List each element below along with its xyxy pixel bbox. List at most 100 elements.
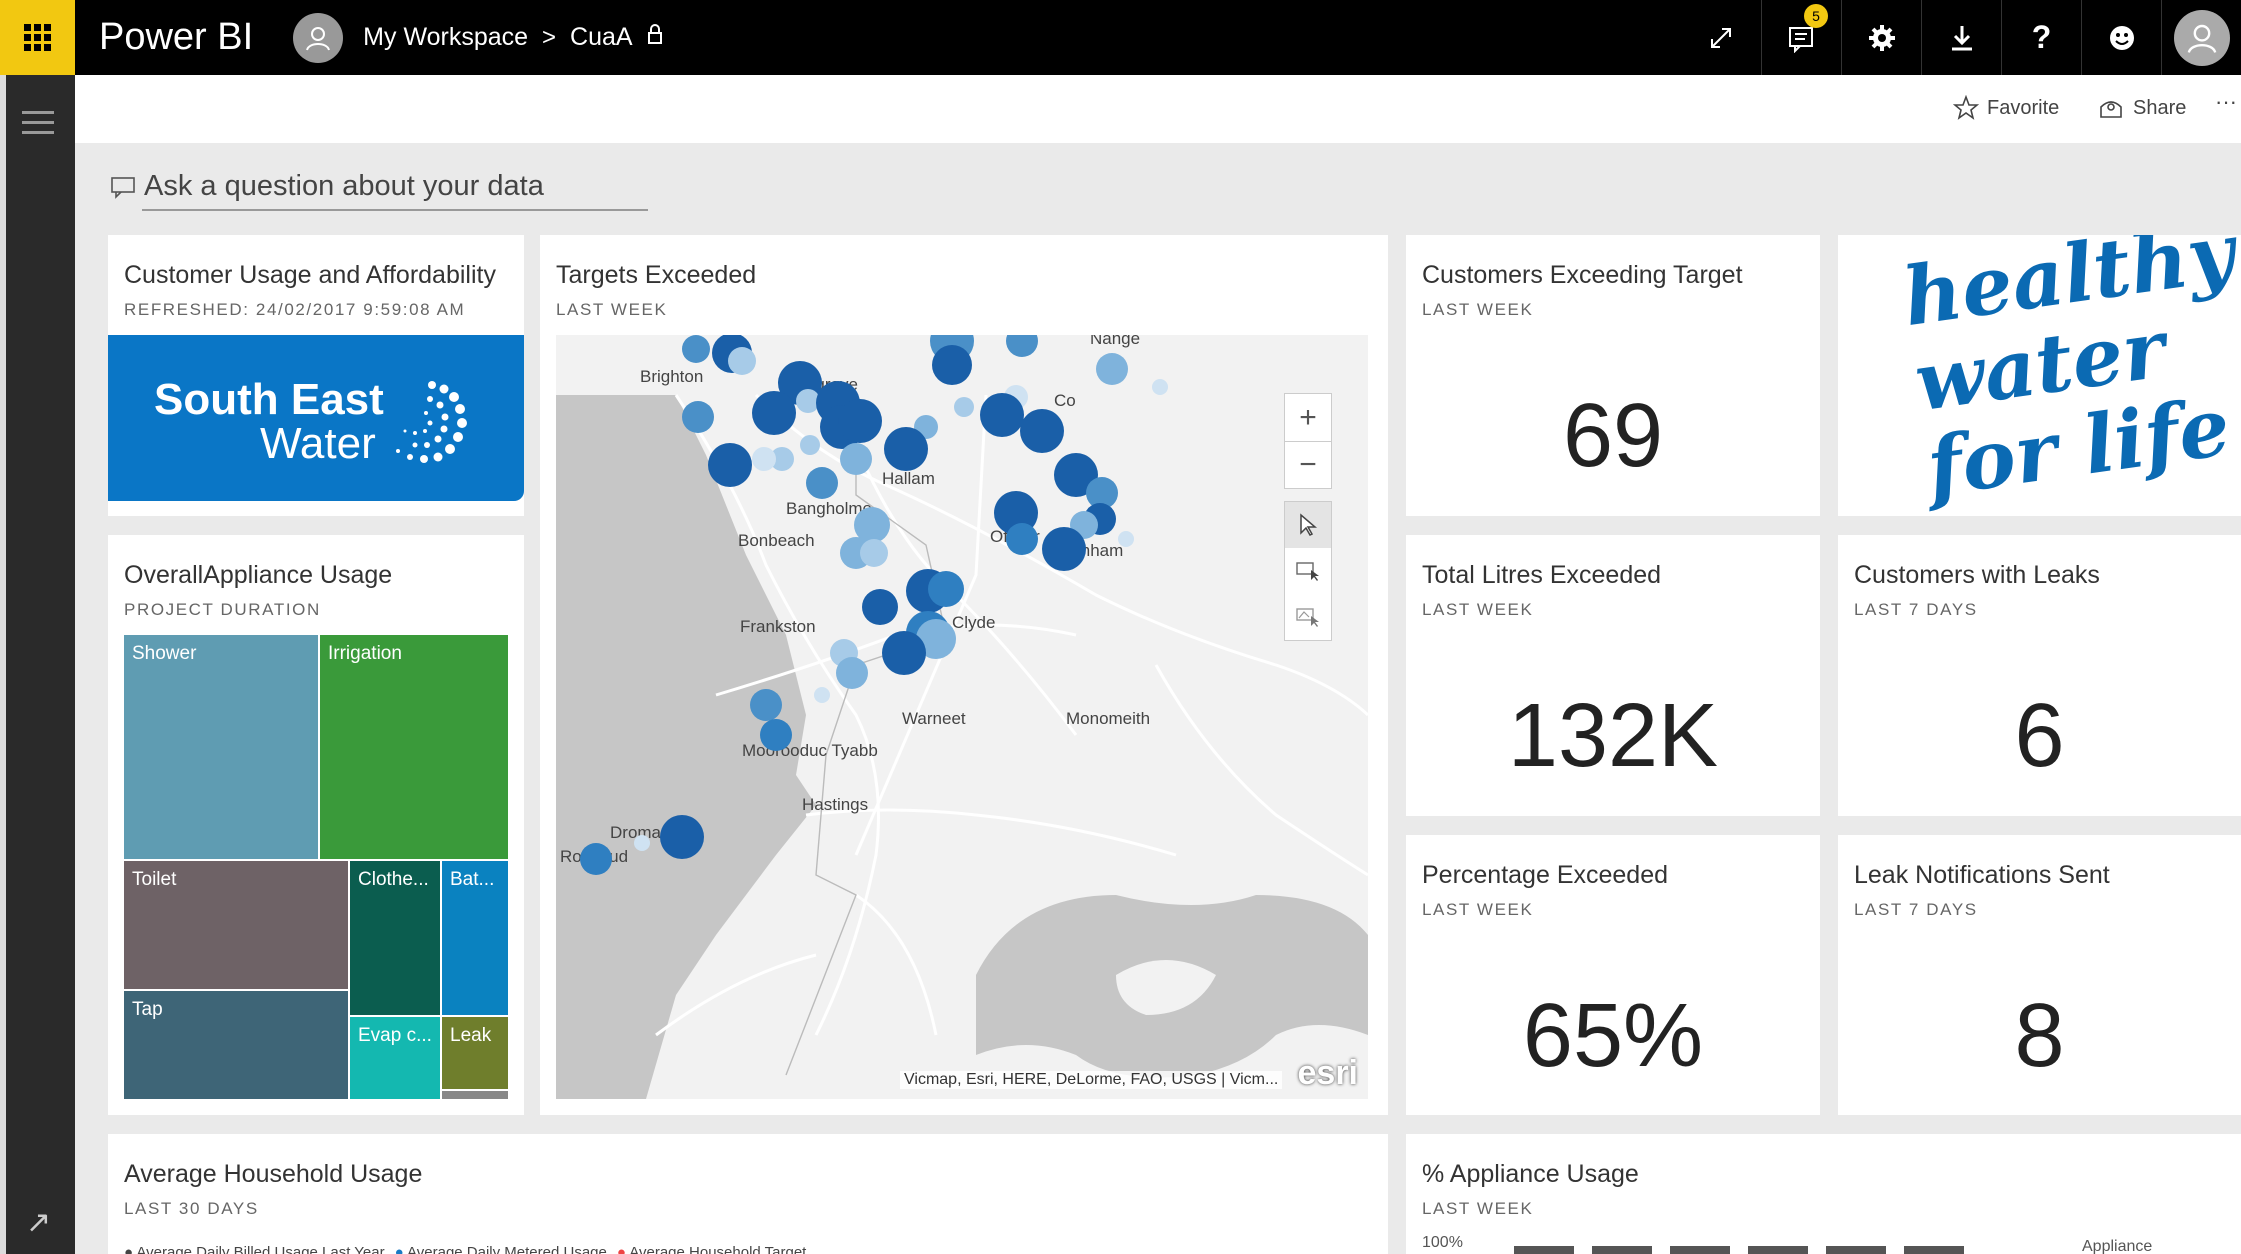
share-icon [2100,101,2122,118]
lasso-select-button[interactable] [1285,594,1331,640]
map-bubble [840,443,872,475]
tile-title: Leak Notifications Sent [1854,861,2110,889]
dot-swirl-icon [396,381,467,463]
tile-title: Targets Exceeded [556,261,757,289]
bar[interactable] [1826,1246,1886,1254]
favorite-label: Favorite [1987,96,2060,119]
logo-text-line2: Water [260,419,376,468]
more-options-button[interactable]: ··· [2215,89,2237,115]
bar-chart [1514,1246,2054,1254]
favorite-button[interactable]: Favorite [1953,95,2059,121]
map-bubble [882,631,926,675]
treemap-cell-evap[interactable]: Evap c... [350,1017,440,1099]
tile-subtitle: LAST 30 DAYS [124,1199,259,1218]
treemap-cell-irrigation[interactable]: Irrigation [320,635,508,859]
map-canvas[interactable]: Brighton Mulgrave Bangholme Bonbeach Off… [556,335,1368,1099]
rect-select-icon [1296,562,1319,581]
pointer-tool-button[interactable] [1285,502,1331,548]
zoom-controls: + − [1284,393,1332,489]
zoom-in-button[interactable]: + [1285,394,1331,442]
map-bubble [1042,527,1086,571]
tile-title: Average Household Usage [124,1160,423,1188]
expand-nav-icon[interactable]: ↗ [26,1205,51,1240]
rect-select-button[interactable] [1285,548,1331,594]
breadcrumb-workspace[interactable]: My Workspace [363,23,528,52]
bar[interactable] [1592,1246,1652,1254]
tile-customer-usage[interactable]: Customer Usage and Affordability REFRESH… [108,235,524,516]
map-bubble [760,719,792,751]
legend-label: Average Daily Billed Usage Last Year [136,1244,385,1254]
fullscreen-button[interactable] [1681,0,1761,75]
app-launcher-button[interactable] [0,0,75,75]
tile-avg-household[interactable]: Average Household Usage LAST 30 DAYS ● A… [108,1134,1388,1254]
map-bubble [752,447,776,471]
healthy-water-logo: healthy water for life [1897,235,2241,514]
treemap-cell-shower[interactable]: Shower [124,635,318,859]
brand-title[interactable]: Power BI [99,16,253,59]
selection-tools [1284,501,1332,641]
map-bubble [862,589,898,625]
waffle-icon [24,24,51,51]
tile-overall-appliance[interactable]: OverallAppliance Usage PROJECT DURATION … [108,535,524,1115]
treemap-cell-other[interactable] [442,1091,508,1099]
hamburger-menu-icon[interactable] [22,111,54,141]
lasso-icon [1296,608,1319,627]
map-attribution[interactable]: Vicmap, Esri, HERE, DeLorme, FAO, USGS |… [900,1071,1283,1089]
map-bubble [634,835,650,851]
map-bubble [682,335,710,363]
top-bar: Power BI My Workspace > CuaA 5 ? [0,0,2241,75]
map-bubble [860,539,888,567]
download-button[interactable] [1921,0,2001,75]
tile-subtitle: REFRESHED: 24/02/2017 9:59:08 AM [124,300,466,319]
map-bubble [800,435,820,455]
workspace-avatar-icon[interactable] [293,12,344,63]
zoom-out-button[interactable]: − [1285,442,1331,488]
map-bubble [884,427,928,471]
tile-title: Total Litres Exceeded [1422,561,1662,589]
tile-subtitle: PROJECT DURATION [124,600,321,619]
tile-subtitle: LAST WEEK [1422,600,1534,619]
tile-leak-notifications[interactable]: Leak Notifications Sent LAST 7 DAYS 8 [1838,835,2241,1115]
notification-badge: 5 [1804,4,1828,28]
top-icons: 5 ? [1681,0,2241,75]
help-button[interactable]: ? [2001,0,2081,75]
feedback-button[interactable] [2081,0,2161,75]
tile-total-litres[interactable]: Total Litres Exceeded LAST WEEK 132K [1406,535,1820,816]
treemap-cell-clothes[interactable]: Clothe... [350,861,440,1015]
qna-input[interactable]: Ask a question about your data [144,170,544,203]
smiley-icon [2109,25,2134,50]
qna-box[interactable]: Ask a question about your data [110,170,544,203]
map-bubble [928,571,964,607]
tile-percentage-exceeded[interactable]: Percentage Exceeded LAST WEEK 65% [1406,835,1820,1115]
bar[interactable] [1670,1246,1730,1254]
map-bubble [1096,353,1128,385]
left-nav: ↗ [0,75,75,1254]
bar[interactable] [1514,1246,1574,1254]
bar[interactable] [1904,1246,1964,1254]
tile-subtitle: LAST WEEK [556,300,668,319]
esri-logo: esri [1297,1054,1359,1092]
bar[interactable] [1748,1246,1808,1254]
tile-customers-leaks[interactable]: Customers with Leaks LAST 7 DAYS 6 [1838,535,2241,816]
tile-targets-exceeded[interactable]: Targets Exceeded LAST WEEK Brighton Mulg… [540,235,1388,1115]
question-icon: ? [2031,19,2052,55]
map-bubble [1020,409,1064,453]
tile-subtitle: LAST 7 DAYS [1854,600,1978,619]
map-bubble [838,399,882,443]
kpi-value: 8 [2014,986,2065,1086]
settings-button[interactable] [1841,0,1921,75]
tile-pct-appliance[interactable]: % Appliance Usage LAST WEEK 100% Applian… [1406,1134,2241,1254]
treemap-cell-tap[interactable]: Tap [124,991,348,1099]
user-avatar-icon [2173,9,2230,66]
treemap-cell-toilet[interactable]: Toilet [124,861,348,989]
notifications-button[interactable]: 5 [1761,0,1841,75]
breadcrumb-dashboard[interactable]: CuaA [570,23,633,52]
user-account-button[interactable] [2161,0,2241,75]
treemap-cell-leak[interactable]: Leak [442,1017,508,1089]
treemap-cell-bath[interactable]: Bat... [442,861,508,1015]
tile-healthy-water[interactable]: healthy water for life [1838,235,2241,516]
map-bubble [980,393,1024,437]
map-bubble [806,467,838,499]
tile-customers-exceeding[interactable]: Customers Exceeding Target LAST WEEK 69 [1406,235,1820,516]
share-button[interactable]: Share [2097,95,2186,121]
